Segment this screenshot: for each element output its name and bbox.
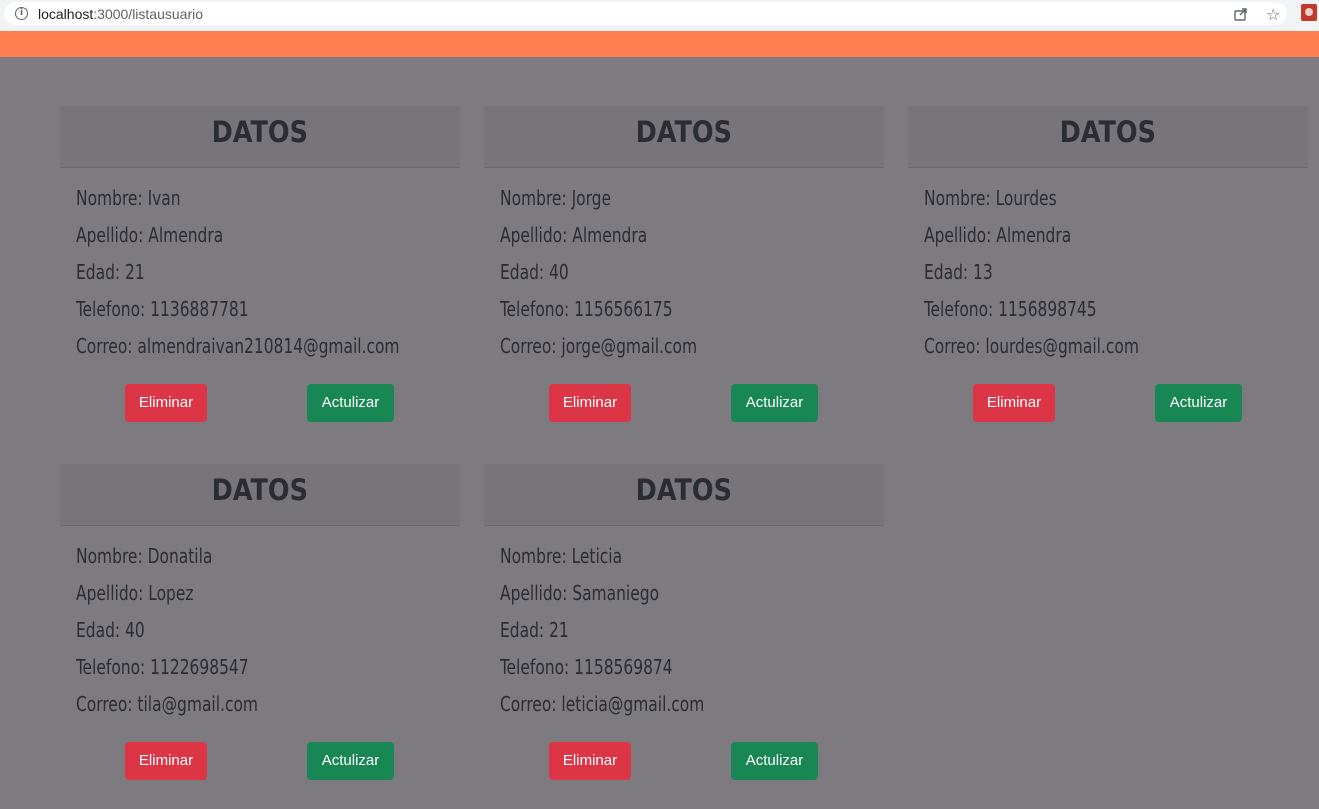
- user-card: DATOS Nombre: Leticia Apellido: Samanieg…: [484, 464, 884, 809]
- address-bar[interactable]: i localhost:3000/listausuario ☆: [4, 2, 1287, 25]
- card-title: DATOS: [211, 115, 309, 149]
- user-edad: Edad: 40: [76, 618, 145, 642]
- update-button[interactable]: Actulizar: [731, 384, 818, 422]
- user-telefono: Telefono: 1156898745: [924, 297, 1097, 321]
- user-edad: Edad: 21: [500, 618, 569, 642]
- card-header: DATOS: [60, 106, 460, 168]
- update-button[interactable]: Actulizar: [731, 742, 818, 780]
- user-card: DATOS Nombre: Jorge Apellido: Almendra E…: [484, 106, 884, 451]
- url-text[interactable]: localhost:3000/listausuario: [38, 6, 203, 22]
- navbar: [0, 31, 1319, 57]
- card-header: DATOS: [60, 464, 460, 526]
- update-button[interactable]: Actulizar: [1155, 384, 1242, 422]
- user-telefono: Telefono: 1136887781: [76, 297, 249, 321]
- user-apellido: Apellido: Samaniego: [500, 581, 660, 605]
- extension-icon[interactable]: [1301, 4, 1317, 21]
- user-card: DATOS Nombre: Donatila Apellido: Lopez E…: [60, 464, 460, 809]
- user-telefono: Telefono: 1158569874: [500, 655, 673, 679]
- user-edad: Edad: 13: [924, 260, 993, 284]
- user-correo: Correo: lourdes@gmail.com: [924, 334, 1139, 358]
- user-telefono: Telefono: 1156566175: [500, 297, 673, 321]
- update-button[interactable]: Actulizar: [307, 384, 394, 422]
- info-icon[interactable]: i: [15, 7, 28, 20]
- user-correo: Correo: almendraivan210814@gmail.com: [76, 334, 400, 358]
- user-edad: Edad: 40: [500, 260, 569, 284]
- card-title: DATOS: [635, 115, 733, 149]
- card-title: DATOS: [635, 473, 733, 507]
- delete-button[interactable]: Eliminar: [125, 384, 207, 422]
- url-host: localhost: [38, 6, 94, 22]
- share-icon[interactable]: [1233, 6, 1249, 22]
- delete-button[interactable]: Eliminar: [973, 384, 1055, 422]
- user-card: DATOS Nombre: Lourdes Apellido: Almendra…: [908, 106, 1308, 451]
- delete-button[interactable]: Eliminar: [549, 384, 631, 422]
- url-path: :3000/listausuario: [93, 6, 204, 22]
- user-apellido: Apellido: Almendra: [924, 223, 1072, 247]
- delete-button[interactable]: Eliminar: [125, 742, 207, 780]
- card-title: DATOS: [1059, 115, 1157, 149]
- user-nombre: Nombre: Ivan: [76, 186, 181, 210]
- user-correo: Correo: tila@gmail.com: [76, 692, 258, 716]
- user-edad: Edad: 21: [76, 260, 145, 284]
- user-nombre: Nombre: Lourdes: [924, 186, 1057, 210]
- card-header: DATOS: [484, 464, 884, 526]
- card-header: DATOS: [484, 106, 884, 168]
- user-correo: Correo: leticia@gmail.com: [500, 692, 705, 716]
- user-nombre: Nombre: Donatila: [76, 544, 213, 568]
- user-telefono: Telefono: 1122698547: [76, 655, 249, 679]
- browser-toolbar: i localhost:3000/listausuario ☆: [0, 0, 1319, 31]
- user-card: DATOS Nombre: Ivan Apellido: Almendra Ed…: [60, 106, 460, 451]
- star-icon[interactable]: ☆: [1266, 5, 1280, 24]
- user-apellido: Apellido: Almendra: [76, 223, 224, 247]
- user-nombre: Nombre: Leticia: [500, 544, 623, 568]
- update-button[interactable]: Actulizar: [307, 742, 394, 780]
- delete-button[interactable]: Eliminar: [549, 742, 631, 780]
- user-correo: Correo: jorge@gmail.com: [500, 334, 698, 358]
- card-header: DATOS: [908, 106, 1308, 168]
- card-title: DATOS: [211, 473, 309, 507]
- user-nombre: Nombre: Jorge: [500, 186, 612, 210]
- user-apellido: Apellido: Almendra: [500, 223, 648, 247]
- user-apellido: Apellido: Lopez: [76, 581, 194, 605]
